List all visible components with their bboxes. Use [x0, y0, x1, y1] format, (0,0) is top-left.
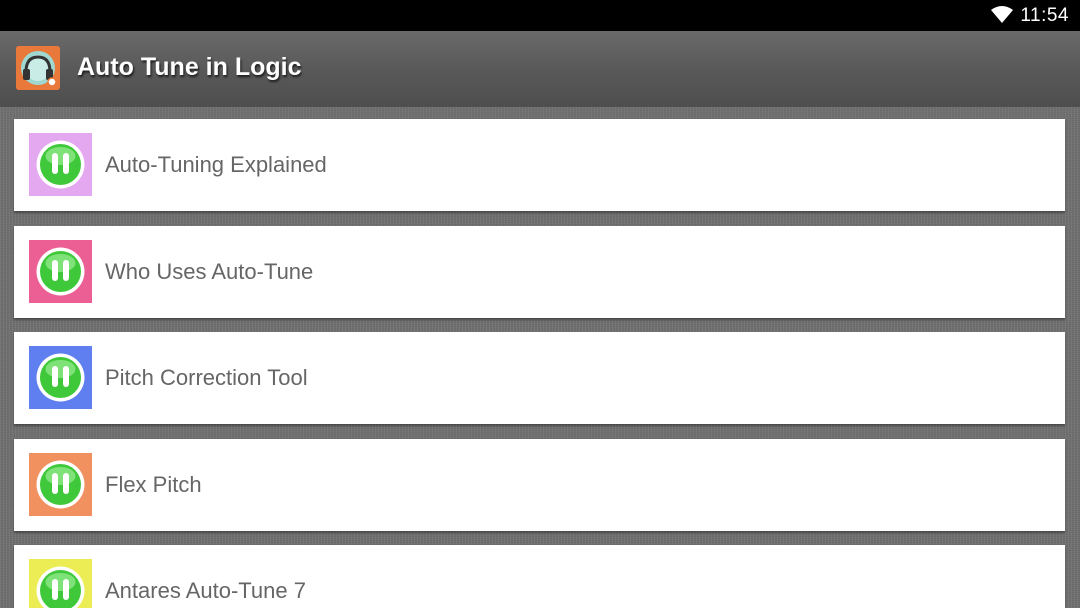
- item-label: Antares Auto-Tune 7: [105, 578, 306, 603]
- list-item[interactable]: Flex Pitch: [14, 439, 1065, 531]
- pause-icon: [36, 140, 85, 189]
- pause-icon: [36, 353, 85, 402]
- pause-icon: [36, 460, 85, 509]
- app-bar: Auto Tune in Logic: [0, 31, 1080, 107]
- status-time: 11:54: [1020, 5, 1069, 26]
- wifi-icon: [991, 6, 1013, 23]
- app-title: Auto Tune in Logic: [77, 53, 302, 81]
- item-thumbnail: [29, 346, 92, 409]
- list-item[interactable]: Antares Auto-Tune 7: [14, 545, 1065, 608]
- list-item[interactable]: Pitch Correction Tool: [14, 332, 1065, 424]
- item-label: Flex Pitch: [105, 472, 202, 497]
- item-thumbnail: [29, 559, 92, 608]
- item-thumbnail: [29, 240, 92, 303]
- item-label: Pitch Correction Tool: [105, 365, 308, 390]
- content-list[interactable]: Auto-Tuning Explained Who Uses Auto-Tune: [0, 107, 1080, 608]
- item-label: Auto-Tuning Explained: [105, 152, 327, 177]
- status-bar: 11:54: [0, 0, 1080, 31]
- item-thumbnail: [29, 133, 92, 196]
- list-item[interactable]: Who Uses Auto-Tune: [14, 226, 1065, 318]
- item-label: Who Uses Auto-Tune: [105, 259, 314, 284]
- list-item[interactable]: Auto-Tuning Explained: [14, 119, 1065, 211]
- pause-icon: [36, 247, 85, 296]
- item-thumbnail: [29, 453, 92, 516]
- headphones-logo-icon[interactable]: [16, 46, 60, 90]
